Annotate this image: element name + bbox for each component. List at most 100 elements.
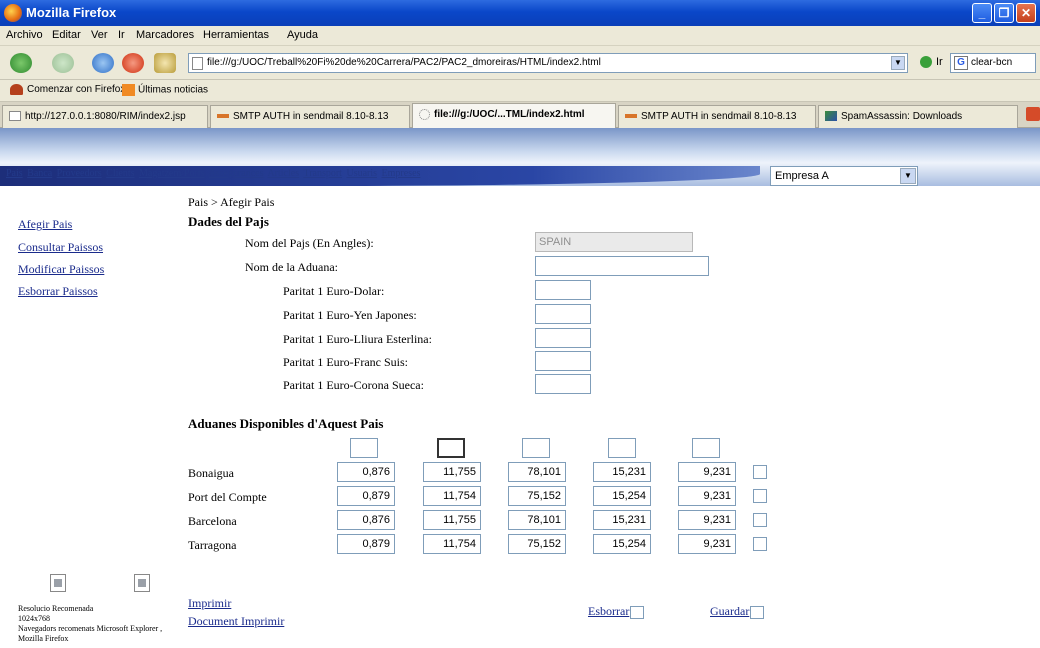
nav-link-empreses[interactable]: Empreses — [382, 168, 421, 179]
forward-icon[interactable] — [52, 53, 74, 73]
field-label-dolar: Paritat 1 Euro-Dolar: — [283, 284, 385, 298]
home-icon[interactable] — [154, 53, 176, 73]
reload-icon[interactable] — [92, 53, 114, 73]
tab-rim[interactable]: http://127.0.0.1:8080/RIM/index2.jsp — [2, 105, 208, 128]
row-checkbox[interactable] — [753, 465, 767, 479]
column-header-input[interactable] — [522, 438, 550, 458]
rate-cell[interactable]: 9,231 — [678, 534, 736, 554]
rate-cell[interactable]: 11,754 — [423, 486, 481, 506]
rate-cell[interactable]: 11,755 — [423, 510, 481, 530]
customs-name-field[interactable] — [535, 256, 709, 276]
close-window-button[interactable]: ✕ — [1016, 3, 1036, 23]
rate-cell[interactable]: 0,879 — [337, 534, 395, 554]
broken-image-icon — [134, 574, 150, 592]
rate-cell[interactable]: 0,879 — [337, 486, 395, 506]
menu-marcadores[interactable]: Marcadores — [136, 29, 194, 41]
url-text: file:///g:/UOC/Treball%20Fi%20de%20Carre… — [207, 57, 601, 68]
print-link[interactable]: Imprimir — [188, 596, 231, 611]
column-header-input[interactable] — [608, 438, 636, 458]
bookmark-label: Comenzar con Firefox — [27, 84, 126, 96]
footer-note: Resolucio Recomenada 1024x768 Navegadors… — [18, 604, 162, 644]
lliura-field[interactable] — [535, 328, 591, 348]
rate-cell[interactable]: 15,254 — [593, 534, 651, 554]
back-icon[interactable] — [10, 53, 32, 73]
delete-label: Esborrar — [588, 604, 630, 618]
menu-herramientas[interactable]: Herramientas — [203, 29, 269, 41]
rate-cell[interactable]: 15,231 — [593, 510, 651, 530]
window-title: Mozilla Firefox — [26, 5, 117, 20]
bookmark-noticias[interactable]: Últimas noticias — [122, 84, 208, 96]
rate-cell[interactable]: 11,754 — [423, 534, 481, 554]
menu-ayuda[interactable]: Ayuda — [287, 29, 318, 41]
maximize-button[interactable]: ❐ — [994, 3, 1014, 23]
franc-field[interactable] — [535, 351, 591, 371]
tab-spamassassin[interactable]: SpamAssassin: Downloads — [818, 105, 1018, 128]
search-input[interactable]: G clear-bcn — [950, 53, 1036, 73]
rate-cell[interactable]: 11,755 — [423, 462, 481, 482]
rate-cell[interactable]: 9,231 — [678, 510, 736, 530]
navigation-toolbar: file:///g:/UOC/Treball%20Fi%20de%20Carre… — [0, 46, 1040, 80]
section-title: Dades del Pajs — [188, 214, 269, 229]
nav-link-pais[interactable]: Pais — [6, 168, 23, 179]
rate-cell[interactable]: 75,152 — [508, 486, 566, 506]
column-header-input[interactable] — [692, 438, 720, 458]
bookmark-comenzar[interactable]: Comenzar con Firefox — [10, 84, 125, 95]
nav-link-clients[interactable]: Clients — [106, 168, 134, 179]
nav-link-transport[interactable]: Transport — [303, 168, 342, 179]
column-header-input[interactable] — [437, 438, 465, 458]
rate-cell[interactable]: 15,254 — [593, 486, 651, 506]
row-checkbox[interactable] — [753, 537, 767, 551]
nav-link-proveedors[interactable]: Proveedors — [57, 168, 102, 179]
sidebar-link-consultar[interactable]: Consultar Paissos — [18, 240, 103, 255]
nav-link-magatzem[interactable]: Magatzem/Ports — [139, 168, 205, 179]
tab-smtp-2[interactable]: SMTP AUTH in sendmail 8.10-8.13 — [618, 105, 816, 128]
tab-label: SMTP AUTH in sendmail 8.10-8.13 — [641, 111, 797, 122]
field-label-lliura: Paritat 1 Euro-Lliura Esterlina: — [283, 332, 432, 346]
menu-ir[interactable]: Ir — [118, 29, 125, 41]
spamassassin-icon — [825, 111, 837, 122]
rate-cell[interactable]: 0,876 — [337, 462, 395, 482]
rate-cell[interactable]: 0,876 — [337, 510, 395, 530]
row-checkbox[interactable] — [753, 489, 767, 503]
minimize-button[interactable]: _ — [972, 3, 992, 23]
url-bar[interactable]: file:///g:/UOC/Treball%20Fi%20de%20Carre… — [188, 53, 908, 73]
nav-link-usuaris[interactable]: Usuaris — [346, 168, 377, 179]
close-tab-icon[interactable] — [1026, 107, 1040, 121]
menu-archivo[interactable]: Archivo — [6, 29, 43, 41]
rate-cell[interactable]: 15,231 — [593, 462, 651, 482]
sidebar-link-afegir[interactable]: Afegir Pais — [18, 217, 72, 232]
loading-icon — [419, 109, 430, 120]
dolar-field[interactable] — [535, 280, 591, 300]
rate-cell[interactable]: 9,231 — [678, 462, 736, 482]
sidebar-link-modificar[interactable]: Modificar Paissos — [18, 262, 104, 277]
save-button[interactable]: Guardar — [710, 604, 765, 619]
url-dropdown-icon[interactable]: ▼ — [891, 56, 905, 70]
tab-smtp-1[interactable]: SMTP AUTH in sendmail 8.10-8.13 — [210, 105, 410, 128]
menu-ver[interactable]: Ver — [91, 29, 108, 41]
nav-link-articles[interactable]: Articles — [267, 168, 299, 179]
menu-editar[interactable]: Editar — [52, 29, 81, 41]
stop-icon[interactable] — [122, 53, 144, 73]
tab-index2[interactable]: file:///g:/UOC/...TML/index2.html — [412, 103, 616, 128]
field-label-country: Nom del Pajs (En Angles): — [245, 236, 374, 250]
row-checkbox[interactable] — [753, 513, 767, 527]
sidebar-link-esborrar[interactable]: Esborrar Paissos — [18, 284, 98, 299]
delete-checkbox[interactable] — [630, 605, 645, 619]
save-checkbox[interactable] — [750, 605, 765, 619]
customs-row-name: Tarragona — [188, 538, 237, 552]
delete-button[interactable]: Esborrar — [588, 604, 645, 619]
window-titlebar: Mozilla Firefox _ ❐ ✕ — [0, 0, 1040, 26]
rate-cell[interactable]: 78,101 — [508, 462, 566, 482]
go-button[interactable]: Ir — [920, 56, 943, 69]
rate-cell[interactable]: 78,101 — [508, 510, 566, 530]
yen-field[interactable] — [535, 304, 591, 324]
chevron-down-icon[interactable]: ▼ — [900, 168, 916, 184]
rate-cell[interactable]: 75,152 — [508, 534, 566, 554]
corona-field[interactable] — [535, 374, 591, 394]
nav-link-banca[interactable]: Banca — [27, 168, 52, 179]
nav-link-assegurances[interactable]: Assegurances — [209, 168, 264, 179]
rate-cell[interactable]: 9,231 — [678, 486, 736, 506]
print-document-link[interactable]: Document Imprimir — [188, 614, 284, 629]
column-header-input[interactable] — [350, 438, 378, 458]
company-select[interactable]: Empresa A ▼ — [770, 166, 918, 186]
